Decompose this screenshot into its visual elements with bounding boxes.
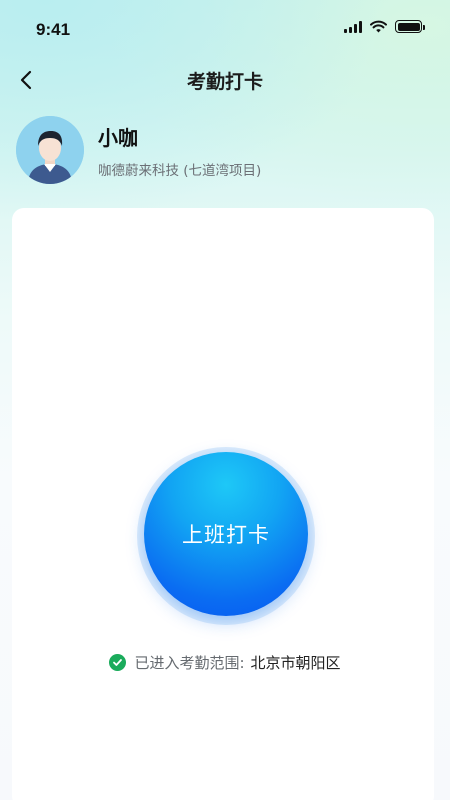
profile-text: 小咖 咖德蔚来科技 (七道湾项目) — [98, 122, 261, 179]
user-profile: 小咖 咖德蔚来科技 (七道湾项目) — [16, 116, 261, 184]
signal-icon — [344, 20, 362, 33]
user-name: 小咖 — [98, 125, 138, 150]
battery-icon — [395, 20, 425, 33]
user-company: 咖德蔚来科技 (七道湾项目) — [98, 162, 262, 179]
range-label: 已进入考勤范围: — [134, 654, 245, 672]
status-bar: 9:41 — [0, 0, 450, 56]
status-time: 9:41 — [36, 20, 71, 39]
check-circle-icon — [109, 654, 127, 671]
range-location: 北京市朝阳区 — [250, 654, 341, 672]
clock-in-button[interactable]: 上班打卡 — [144, 452, 308, 616]
avatar-icon — [16, 116, 84, 184]
wifi-icon — [370, 20, 387, 33]
attendance-range-status: 已进入考勤范围: 北京市朝阳区 — [0, 652, 450, 673]
clock-in-label: 上班打卡 — [182, 523, 270, 547]
page-title: 考勤打卡 — [186, 71, 263, 93]
status-icons — [344, 20, 425, 33]
nav-bar: 考勤打卡 — [0, 58, 450, 102]
